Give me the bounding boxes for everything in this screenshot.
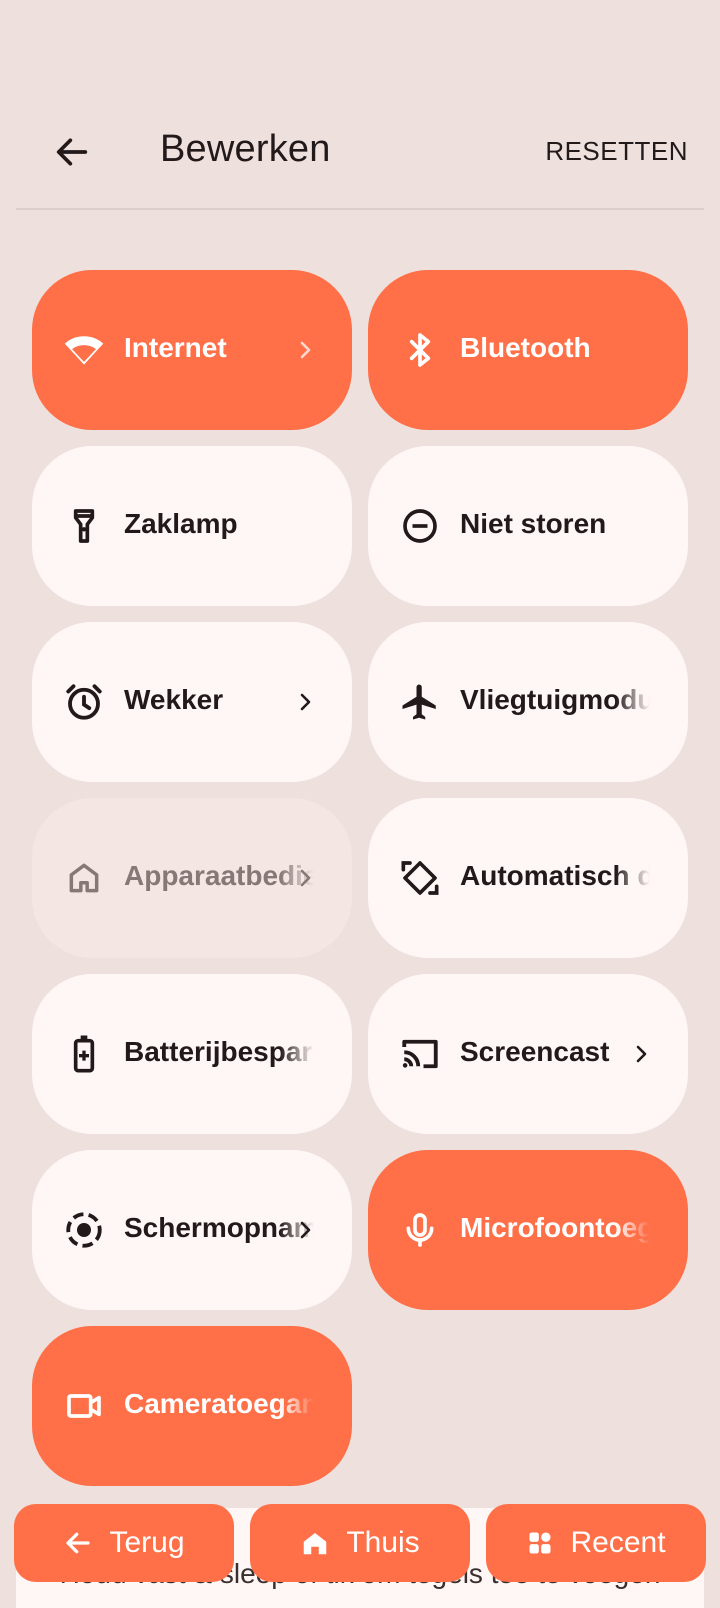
tile-label: Niet storen — [460, 508, 607, 539]
nav-recent-label: Recent — [570, 1526, 666, 1559]
back-button[interactable] — [44, 124, 100, 180]
tile-label: Automatisch draaien — [460, 860, 650, 891]
home-icon — [304, 1533, 327, 1555]
tile-internet[interactable]: Internet — [32, 270, 352, 430]
cast-icon — [398, 1032, 442, 1076]
tile-screencast[interactable]: Screencast — [368, 974, 688, 1134]
arrow-left-icon — [56, 138, 88, 166]
nav-back-button[interactable]: Terug — [14, 1504, 234, 1582]
tile-label: Screencast — [460, 1036, 610, 1067]
tile-alarm[interactable]: Wekker — [32, 622, 352, 782]
tile-label: Microfoontoegang — [460, 1212, 650, 1243]
screen-record-icon — [62, 1208, 106, 1252]
arrow-left-icon — [66, 1532, 91, 1554]
tile-label: Vliegtuigmodus — [460, 684, 650, 715]
tile-label: Zaklamp — [124, 508, 238, 539]
video-camera-icon — [62, 1384, 106, 1428]
recent-apps-icon — [529, 1532, 551, 1554]
tile-bluetooth[interactable]: Bluetooth — [368, 270, 688, 430]
chevron-right-icon — [288, 1212, 322, 1248]
tile-camera-access[interactable]: Cameratoegang — [32, 1326, 352, 1486]
chevron-right-icon — [624, 1036, 658, 1072]
tile-label: Internet — [124, 332, 227, 363]
wifi-icon — [62, 328, 106, 372]
tile-label: Apparaatbediening — [124, 860, 314, 891]
top-app-bar: Bewerken RESETTEN — [0, 0, 720, 210]
tile-label: Bluetooth — [460, 332, 591, 363]
tile-battery-saver[interactable]: Batterijbesparing — [32, 974, 352, 1134]
home-icon — [62, 856, 106, 900]
chevron-right-icon — [288, 332, 322, 368]
alarm-icon — [62, 680, 106, 724]
tile-label: Cameratoegang — [124, 1388, 314, 1419]
do-not-disturb-icon — [398, 504, 442, 548]
divider — [16, 208, 704, 210]
nav-home-button[interactable]: Thuis — [250, 1504, 470, 1582]
reset-button[interactable]: RESETTEN — [545, 136, 688, 167]
tile-do-not-disturb[interactable]: Niet storen — [368, 446, 688, 606]
nav-home-label: Thuis — [346, 1526, 420, 1559]
nav-back-label: Terug — [109, 1526, 185, 1559]
battery-saver-icon — [62, 1032, 106, 1076]
tile-auto-rotate[interactable]: Automatisch draaien — [368, 798, 688, 958]
airplane-icon — [398, 680, 442, 724]
tile-label: Batterijbesparing — [124, 1036, 314, 1067]
nav-recent-button[interactable]: Recent — [486, 1504, 706, 1582]
bluetooth-icon — [398, 328, 442, 372]
chevron-right-icon — [288, 684, 322, 720]
auto-rotate-icon — [398, 856, 442, 900]
tile-screen-record[interactable]: Schermopname — [32, 1150, 352, 1310]
page-title: Bewerken — [160, 128, 331, 170]
tile-airplane-mode[interactable]: Vliegtuigmodus — [368, 622, 688, 782]
flashlight-icon — [62, 504, 106, 548]
tile-label: Wekker — [124, 684, 224, 715]
tile-microphone-access[interactable]: Microfoontoegang — [368, 1150, 688, 1310]
tile-device-controls[interactable]: Apparaatbediening — [32, 798, 352, 958]
chevron-right-icon — [288, 860, 322, 896]
microphone-icon — [398, 1208, 442, 1252]
tile-label: Schermopname — [124, 1212, 314, 1243]
tile-flashlight[interactable]: Zaklamp — [32, 446, 352, 606]
navigation-bar: Terug Thuis Recent — [0, 1504, 720, 1584]
